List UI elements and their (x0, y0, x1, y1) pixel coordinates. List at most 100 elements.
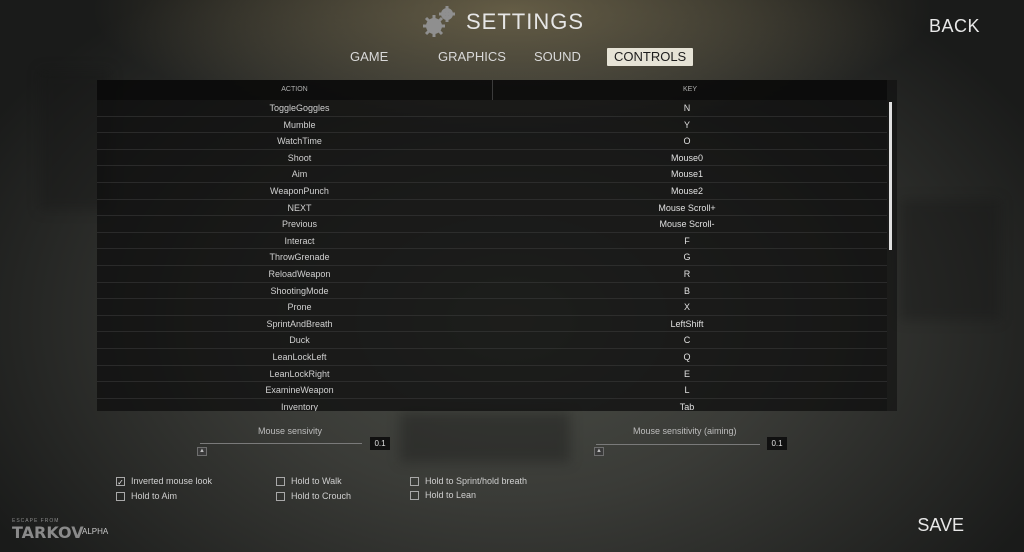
tab-controls[interactable]: CONTROLS (607, 48, 694, 66)
action-cell: ReloadWeapon (268, 268, 331, 279)
hold-to-walk-option[interactable]: Hold to Walk (276, 476, 342, 486)
key-binding-cell[interactable]: F (492, 233, 882, 249)
logo-title: TARKOV (12, 523, 84, 542)
mouse-sensitivity-track[interactable] (200, 443, 362, 444)
key-binding-cell[interactable]: E (492, 366, 882, 382)
aiming-sensitivity-label: Mouse sensitivity (aiming) (633, 426, 737, 436)
table-row[interactable]: Interact F (97, 232, 887, 250)
table-header: ACTION KEY (97, 80, 887, 100)
hold-to-crouch-checkbox[interactable] (276, 491, 285, 501)
action-cell: Interact (284, 235, 315, 246)
game-logo: ESCAPE FROM TARKOV (12, 518, 84, 542)
table-row[interactable]: ThrowGrenade G (97, 249, 887, 266)
key-binding-cell[interactable]: C (492, 332, 882, 348)
action-cell: ExamineWeapon (265, 385, 334, 396)
hold-to-walk-checkbox[interactable] (276, 476, 285, 486)
key-binding-cell[interactable]: LeftShift (492, 316, 882, 332)
key-binding-cell[interactable]: Y (492, 117, 882, 133)
action-cell: WeaponPunch (270, 185, 329, 196)
hold-to-aim-option[interactable]: Hold to Aim (116, 491, 177, 501)
table-row[interactable]: LeanLockLeft Q (97, 348, 887, 366)
table-row[interactable]: Shoot Mouse0 (97, 149, 887, 167)
action-cell: ShootingMode (270, 285, 329, 296)
table-row[interactable]: WatchTime O (97, 133, 887, 150)
key-binding-cell[interactable]: Mouse2 (492, 183, 882, 199)
key-binding-cell[interactable]: L (492, 382, 882, 398)
table-row[interactable]: ToggleGoggles N (97, 100, 887, 117)
background-shape (900, 200, 1000, 320)
table-scrollbar[interactable] (889, 102, 892, 250)
tab-bar: GAME GRAPHICS SOUND CONTROLS (0, 48, 1024, 68)
hold-to-sprint-checkbox[interactable] (410, 476, 419, 486)
table-row[interactable]: LeanLockRight E (97, 365, 887, 383)
table-row[interactable]: ReloadWeapon R (97, 265, 887, 283)
action-cell: Shoot (287, 152, 312, 163)
table-row[interactable]: Previous Mouse Scroll- (97, 216, 887, 233)
table-body: ToggleGoggles N Mumble Y WatchTime O Shoot Mous… (97, 100, 887, 411)
inverted-mouse-checkbox[interactable]: ✓ (116, 476, 125, 487)
hold-to-lean-checkbox[interactable] (410, 490, 419, 500)
aiming-sensitivity-value[interactable]: 0.1 (767, 437, 787, 450)
back-button[interactable]: BACK (929, 16, 980, 37)
key-binding-cell[interactable]: Q (492, 349, 882, 365)
table-row[interactable]: ExamineWeapon L (97, 382, 887, 399)
tab-game[interactable]: GAME (350, 48, 388, 66)
key-binding-cell[interactable]: Tab (492, 399, 882, 411)
aiming-sensitivity-track[interactable] (596, 444, 760, 445)
action-cell: LeanLockRight (269, 368, 330, 379)
gears-icon (423, 6, 455, 37)
background-shape (400, 412, 570, 462)
tab-graphics[interactable]: GRAPHICS (438, 48, 506, 66)
tab-sound[interactable]: SOUND (534, 48, 581, 66)
mouse-sensitivity-handle[interactable]: ▲ (197, 447, 207, 456)
hold-to-lean-label: Hold to Lean (425, 490, 477, 500)
table-row[interactable]: NEXT Mouse Scroll+ (97, 199, 887, 217)
column-header-key: KEY (682, 86, 697, 93)
table-row[interactable]: Inventory Tab (97, 398, 887, 411)
table-row[interactable]: WeaponPunch Mouse2 (97, 182, 887, 200)
table-row[interactable]: Prone X (97, 299, 887, 316)
build-label: ALPHA (82, 527, 109, 536)
table-row[interactable]: SprintAndBreath LeftShift (97, 315, 887, 333)
action-cell: Inventory (280, 401, 319, 411)
table-row[interactable]: Duck C (97, 332, 887, 349)
key-binding-cell[interactable]: X (492, 299, 882, 315)
hold-to-sprint-label: Hold to Sprint/hold breath (425, 476, 528, 486)
key-binding-cell[interactable]: N (492, 100, 882, 116)
key-binding-cell[interactable]: Mouse1 (492, 166, 882, 182)
hold-to-aim-checkbox[interactable] (116, 491, 125, 501)
action-cell: ToggleGoggles (269, 103, 330, 113)
inverted-mouse-label: Inverted mouse look (131, 476, 213, 486)
column-header-action: ACTION (281, 86, 308, 93)
header: SETTINGS BACK (0, 0, 1024, 80)
inverted-mouse-option[interactable]: ✓ Inverted mouse look (116, 476, 213, 487)
action-cell: Aim (291, 169, 308, 180)
hold-to-crouch-option[interactable]: Hold to Crouch (276, 491, 351, 501)
key-binding-cell[interactable]: Mouse Scroll+ (492, 200, 882, 216)
action-cell: Prone (287, 302, 312, 313)
key-binding-cell[interactable]: R (492, 266, 882, 282)
action-cell: Previous (281, 219, 317, 230)
hold-to-walk-label: Hold to Walk (291, 476, 342, 486)
key-binding-cell[interactable]: B (492, 283, 882, 299)
action-cell: LeanLockLeft (272, 351, 327, 362)
key-binding-cell[interactable]: Mouse Scroll- (492, 216, 882, 232)
hold-to-lean-option[interactable]: Hold to Lean (410, 490, 476, 500)
table-row[interactable]: Aim Mouse1 (97, 166, 887, 183)
key-binding-cell[interactable]: G (492, 249, 882, 265)
key-binding-cell[interactable]: Mouse0 (492, 150, 882, 166)
page-title: SETTINGS (466, 9, 585, 34)
hold-to-sprint-option[interactable]: Hold to Sprint/hold breath (410, 476, 527, 486)
action-cell: ThrowGrenade (269, 252, 330, 263)
table-row[interactable]: Mumble Y (97, 116, 887, 134)
mouse-sensitivity-value[interactable]: 0.1 (370, 437, 390, 450)
hold-to-aim-label: Hold to Aim (131, 491, 178, 501)
action-cell: WatchTime (277, 136, 322, 147)
title-group: SETTINGS (420, 4, 584, 40)
aiming-sensitivity-handle[interactable]: ▲ (594, 447, 604, 456)
key-binding-cell[interactable]: O (492, 133, 882, 149)
save-button[interactable]: SAVE (917, 515, 964, 536)
action-cell: Duck (289, 335, 310, 346)
action-cell: Mumble (283, 119, 316, 130)
table-row[interactable]: ShootingMode B (97, 282, 887, 300)
